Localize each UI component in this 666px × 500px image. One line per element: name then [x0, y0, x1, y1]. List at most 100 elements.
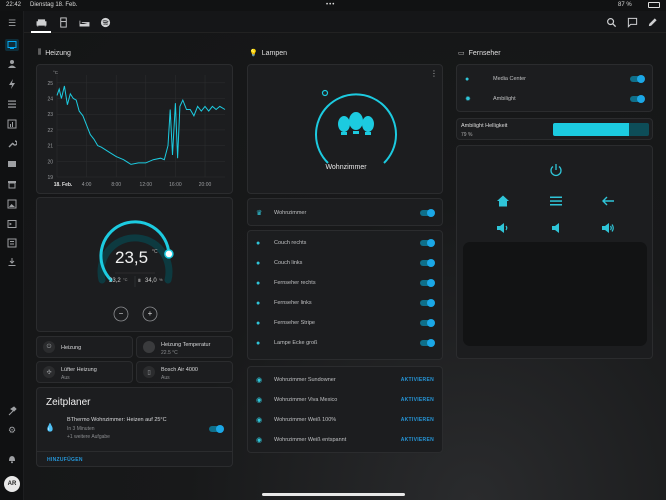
light-toggle[interactable] — [420, 259, 435, 267]
zeitplaner-when: In 3 Minuten — [67, 426, 95, 432]
temperature-history-card[interactable]: 25 24 23 22 21 20 19 °C 18. Feb. 4:00 8:00 12:00 16:… — [36, 64, 233, 194]
tile-heizung[interactable]: ⏻ Heizung — [36, 336, 133, 358]
air-purifier-icon: ▯ — [143, 366, 155, 378]
light-row[interactable]: ● Lampe Ecke groß — [256, 336, 435, 350]
brightness-value: 79 % — [461, 132, 473, 138]
light-toggle[interactable] — [420, 339, 435, 347]
media-center-toggle[interactable] — [630, 75, 645, 83]
tv-switch-row[interactable]: ✹ Ambilight — [465, 92, 645, 106]
decrease-label[interactable]: − — [117, 309, 125, 318]
notification-bell-icon[interactable] — [5, 453, 19, 465]
code-icon[interactable] — [5, 237, 19, 249]
thermostat-handle[interactable] — [164, 249, 174, 259]
x-tick-label: 12:00 — [140, 182, 153, 188]
temperature-chart: 25 24 23 22 21 20 19 °C 18. Feb. 4:00 8:00 12:00 16:… — [47, 70, 226, 188]
light-group-toggle[interactable] — [420, 209, 435, 217]
scene-row[interactable]: ◉ Wohnzimmer Weiß 100% AKTIVIEREN — [256, 413, 434, 427]
history-chart-icon[interactable] — [5, 118, 19, 130]
media-icon[interactable] — [5, 158, 19, 170]
list-icon[interactable] — [5, 98, 19, 110]
scene-row[interactable]: ◉ Wohnzimmer Viva Mexico AKTIVIEREN — [256, 393, 434, 407]
store-icon[interactable] — [5, 178, 19, 190]
user-avatar[interactable]: AR — [4, 476, 20, 492]
target-unit: °C — [152, 249, 158, 255]
activate-scene-button[interactable]: AKTIVIEREN — [401, 437, 434, 443]
search-icon[interactable] — [603, 15, 619, 29]
brightness-handle[interactable] — [321, 89, 329, 97]
touchpad[interactable] — [463, 242, 647, 346]
volume-down-icon[interactable] — [495, 220, 511, 236]
section-heizung-title: Heizung — [45, 49, 71, 57]
light-group-toggle-card: ♛ Wohnzimmer — [247, 198, 443, 226]
overview-icon[interactable] — [5, 39, 19, 51]
brightness-label: Ambilight Helligkeit — [461, 123, 508, 129]
volume-up-icon[interactable] — [600, 220, 616, 236]
more-options-icon[interactable]: ⋮ — [430, 69, 438, 78]
light-row[interactable]: ● Couch rechts — [256, 236, 435, 250]
palette-icon: ◉ — [256, 377, 263, 384]
light-row[interactable]: ● Fernseher rechts — [256, 276, 435, 290]
zeitplaner-card: Zeitplaner 💧 BThermo Wohnzimmer: Heizen … — [36, 387, 233, 467]
activate-scene-button[interactable]: AKTIVIEREN — [401, 377, 434, 383]
thermostat-card[interactable]: 23,5 °C 23,2 °C ⩩ 34,0 % − + — [36, 197, 233, 332]
scene-row[interactable]: ◉ Wohnzimmer Weiß entspannt AKTIVIEREN — [256, 433, 434, 447]
ambilight-toggle[interactable] — [630, 95, 645, 103]
target-temperature: 23,5 — [115, 248, 149, 267]
light-row[interactable]: ● Fernseher Stripe — [256, 316, 435, 330]
light-toggle[interactable] — [420, 319, 435, 327]
light-row[interactable]: ● Fernseher links — [256, 296, 435, 310]
tile-heizung-temperatur[interactable]: Heizung Temperatur 22.5 °C — [136, 336, 233, 358]
terminal-icon[interactable] — [5, 218, 19, 230]
light-group-card[interactable]: ⋮ Wohnzimmer — [247, 64, 443, 194]
light-group-name: Wohnzimmer — [325, 164, 367, 171]
menu-lines-icon[interactable] — [548, 193, 564, 209]
energy-icon[interactable] — [5, 78, 19, 90]
light-group-row[interactable]: ♛ Wohnzimmer — [256, 206, 435, 220]
status-time: 22:42 — [6, 2, 22, 8]
person-icon[interactable] — [5, 58, 19, 70]
light-toggle[interactable] — [420, 239, 435, 247]
edit-pencil-icon[interactable] — [644, 15, 660, 29]
power-icon: ⏻ — [43, 341, 55, 353]
tv-switch-row[interactable]: ● Media Center — [465, 72, 645, 86]
tab-wardrobe[interactable] — [55, 15, 71, 29]
activate-scene-button[interactable]: AKTIVIEREN — [401, 417, 434, 423]
add-task-button[interactable]: HINZUFÜGEN — [47, 457, 83, 463]
tile-heizung-temperatur-value: 22.5 °C — [161, 350, 178, 356]
home-icon[interactable] — [495, 193, 511, 209]
light-toggle[interactable] — [420, 279, 435, 287]
tab-spotify[interactable] — [97, 15, 113, 29]
bulb-icon: ● — [256, 319, 261, 327]
brightness-slider[interactable] — [553, 123, 649, 136]
light-toggle[interactable] — [420, 299, 435, 307]
lightbulb-icon: 💡 — [249, 50, 258, 57]
water-drop-icon: 💧 — [45, 423, 55, 432]
activate-scene-button[interactable]: AKTIVIEREN — [401, 397, 434, 403]
download-icon[interactable] — [5, 256, 19, 268]
x-tick-label: 8:00 — [111, 182, 121, 188]
photo-icon[interactable] — [5, 198, 19, 210]
tv-remote-card — [456, 145, 653, 359]
wrench-icon[interactable] — [5, 138, 19, 150]
hammer-icon[interactable] — [5, 405, 19, 417]
current-humidity: 34,0 — [145, 278, 157, 284]
tile-luefter-heizung[interactable]: ✣ Lüfter Heizung Aus — [36, 361, 133, 383]
settings-gear-icon[interactable]: ⚙ — [5, 424, 19, 436]
increase-label[interactable]: + — [146, 309, 154, 318]
palette-icon: ◉ — [256, 397, 263, 404]
back-arrow-icon[interactable] — [600, 193, 616, 209]
zeitplaner-toggle[interactable] — [209, 425, 224, 433]
mute-icon[interactable] — [548, 220, 564, 236]
menu-icon[interactable]: ☰ — [5, 17, 19, 29]
tile-bosch-air[interactable]: ▯ Bosch Air 4000 Aus — [136, 361, 233, 383]
tab-bedroom[interactable] — [76, 15, 92, 29]
y-tick-label: 20 — [47, 159, 53, 165]
tab-living-room[interactable] — [31, 15, 51, 33]
power-button-icon[interactable] — [548, 162, 564, 178]
light-row[interactable]: ● Couch links — [256, 256, 435, 270]
assist-chat-icon[interactable] — [624, 15, 640, 29]
light-brightness-dial[interactable] — [248, 65, 444, 195]
y-tick-label: 19 — [47, 175, 53, 181]
scene-row[interactable]: ◉ Wohnzimmer Sundowner AKTIVIEREN — [256, 373, 434, 387]
palette-icon: ◉ — [256, 417, 263, 424]
